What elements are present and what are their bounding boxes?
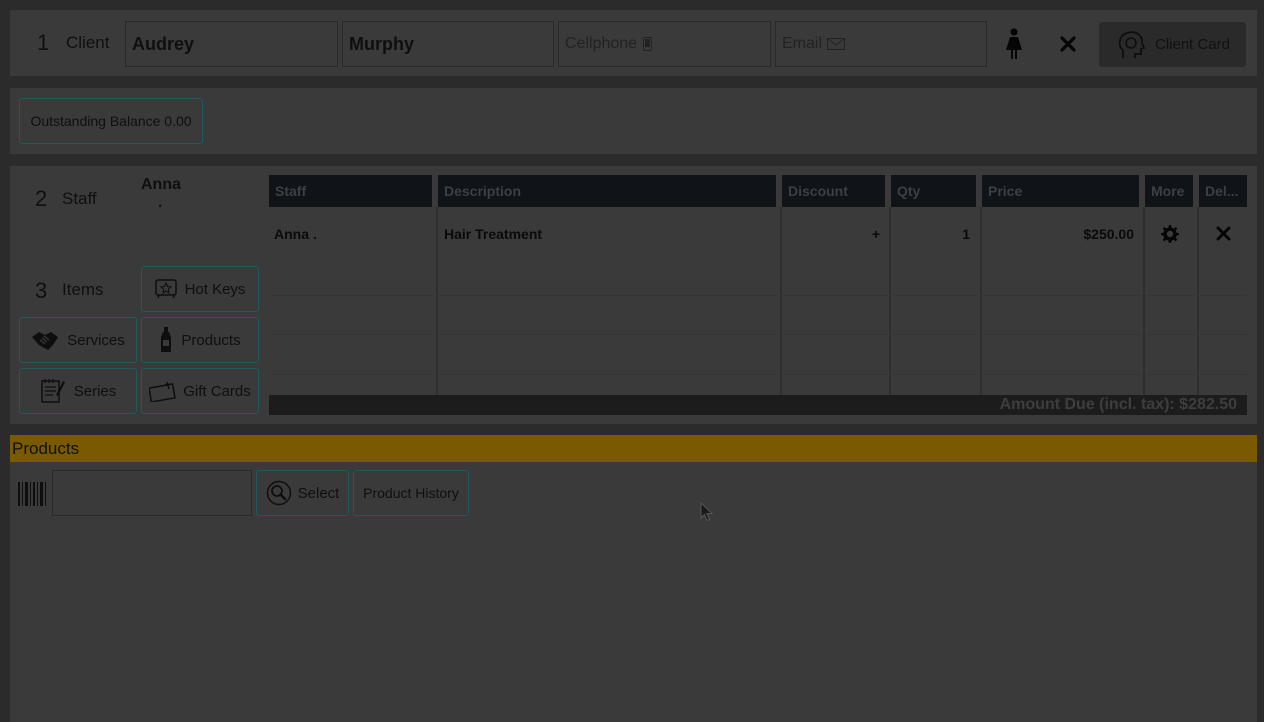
last-name-value: Murphy [349,33,414,54]
gear-icon[interactable] [1160,224,1180,244]
row-divider [269,334,1247,335]
phone-icon [643,37,653,51]
staff-section-label: Staff [62,189,97,208]
barcode-input[interactable] [52,470,252,516]
items-section-number: 3 [35,278,48,303]
client-section-number: 1 [37,30,50,55]
header-discount[interactable]: Discount [782,175,885,207]
selected-staff-sub: . [158,194,163,211]
header-delete-label: Del... [1205,183,1239,199]
amount-due-bar: Amount Due (incl. tax): $282.50 [269,395,1247,415]
row-price: $250.00 [1083,226,1134,242]
gift-card-icon [149,380,177,402]
row-description: Hair Treatment [444,226,543,242]
female-figure-icon[interactable] [1003,28,1025,60]
client-card-head-icon [1115,30,1147,60]
header-qty[interactable]: Qty [891,175,976,207]
items-section-label: Items [62,280,104,299]
magnifier-icon [266,480,292,506]
client-section-label: Client [66,33,110,52]
staff-section-number: 2 [35,186,48,211]
product-history-button[interactable]: Product History [353,470,469,516]
services-label: Services [67,331,125,349]
email-field[interactable]: Email [775,21,987,67]
products-button[interactable]: Products [141,317,259,363]
header-more-label: More [1151,183,1185,199]
row-divider [269,374,1247,375]
series-button[interactable]: Series [19,368,137,414]
email-placeholder: Email [782,35,823,52]
header-staff-label: Staff [275,183,307,199]
client-card-button[interactable]: Client Card [1099,22,1246,67]
notepad-icon [40,378,66,404]
last-name-field[interactable]: Murphy [342,21,554,67]
envelope-icon [827,38,846,50]
mouse-pointer-icon [700,502,713,522]
bottle-icon [159,327,173,353]
row-discount-add[interactable]: + [866,226,880,242]
handshake-icon [31,328,59,352]
header-delete[interactable]: Del... [1199,175,1247,207]
series-label: Series [73,382,117,400]
selected-staff-name[interactable]: Anna [141,176,181,194]
header-qty-label: Qty [897,183,921,199]
cellphone-placeholder: Cellphone [565,35,638,52]
close-x-icon[interactable] [1060,36,1076,52]
products-title-bar: Products [10,435,1257,462]
header-discount-label: Discount [788,183,848,199]
header-description-label: Description [444,183,522,199]
hot-keys-button[interactable]: Hot Keys [141,266,259,312]
header-price-label: Price [988,183,1023,199]
outstanding-balance-button[interactable]: Outstanding Balance 0.00 [19,98,203,144]
delete-x-icon[interactable] [1216,226,1231,241]
cellphone-field[interactable]: Cellphone [558,21,771,67]
hot-keys-label: Hot Keys [184,280,246,298]
outstanding-balance-label: Outstanding Balance 0.00 [30,113,192,129]
select-button[interactable]: Select [256,470,349,516]
barcode-icon [18,482,46,506]
row-staff: Anna . [274,226,317,242]
hot-keys-icon [154,279,177,299]
select-label: Select [297,484,340,502]
row-qty[interactable]: 1 [930,226,970,242]
client-card-label: Client Card [1154,36,1231,53]
first-name-value: Audrey [132,33,195,54]
header-more[interactable]: More [1145,175,1193,207]
product-history-label: Product History [363,485,459,501]
services-button[interactable]: Services [19,317,137,363]
gift-cards-label: Gift Cards [183,382,251,400]
gift-cards-button[interactable]: Gift Cards [141,368,259,414]
products-label: Products [181,331,241,349]
header-description[interactable]: Description [438,175,776,207]
header-price[interactable]: Price [982,175,1139,207]
header-staff[interactable]: Staff [269,175,432,207]
first-name-field[interactable]: Audrey [125,21,338,67]
products-title: Products [12,438,80,458]
row-divider [269,295,1247,296]
amount-due: Amount Due (incl. tax): $282.50 [999,396,1237,413]
